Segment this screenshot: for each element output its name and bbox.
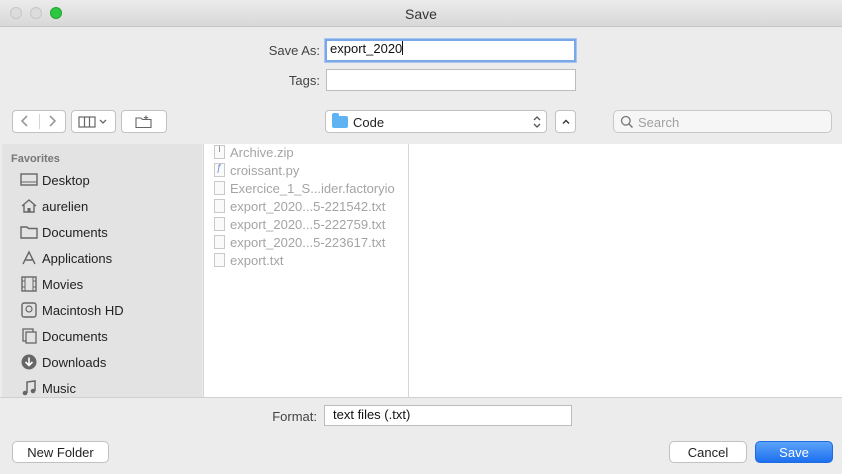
disk-icon — [21, 302, 37, 318]
new-folder-icon — [135, 115, 152, 128]
applications-icon — [22, 250, 36, 265]
columns-view-icon — [77, 115, 106, 128]
desktop-icon — [20, 173, 38, 186]
folder-icon — [332, 113, 348, 128]
collapse-button[interactable] — [555, 110, 576, 133]
new-folder-toolbar-button[interactable] — [121, 110, 167, 133]
sidebar-item-label: Documents — [42, 329, 108, 344]
search-placeholder: Search — [638, 115, 680, 130]
document-icon — [22, 328, 37, 344]
film-icon — [21, 276, 37, 292]
sidebar-item-downloads[interactable]: Downloads — [2, 351, 202, 375]
forward-button[interactable] — [47, 113, 57, 132]
file-row[interactable]: Exercice_1_S...ider.factoryio — [204, 180, 408, 198]
file-row[interactable]: export.txt — [204, 252, 408, 270]
sidebar-item-label: Music — [42, 381, 76, 396]
text-caret — [402, 41, 404, 55]
search-icon — [620, 115, 634, 129]
sidebar-item-macintosh-hd[interactable]: Macintosh HD — [2, 299, 202, 323]
format-select[interactable]: text files (.txt) — [324, 405, 572, 426]
window-title: Save — [405, 6, 437, 22]
folder-icon — [20, 226, 38, 239]
home-icon — [21, 199, 37, 213]
back-forward-control — [12, 110, 66, 133]
file-name: Exercice_1_S...ider.factoryio — [230, 181, 395, 196]
text-file-icon — [214, 199, 225, 213]
up-down-chevron-icon — [533, 116, 541, 128]
text-file-icon — [214, 217, 225, 231]
file-list-column: Archive.zip ƒ croissant.py Exercice_1_S.… — [203, 144, 408, 397]
favorites-heading: Favorites — [11, 153, 60, 165]
sidebar-item-label: Desktop — [42, 173, 90, 188]
search-field[interactable]: Search — [613, 110, 832, 133]
chevron-right-icon — [49, 115, 57, 127]
sidebar-item-applications[interactable]: Applications — [2, 247, 202, 271]
sidebar-item-movies[interactable]: Movies — [2, 273, 202, 297]
chevron-up-icon — [562, 119, 569, 124]
sidebar-item-label: Documents — [42, 225, 108, 240]
file-row[interactable]: export_2020...5-222759.txt — [204, 216, 408, 234]
file-name: export.txt — [230, 253, 284, 268]
music-icon — [22, 380, 36, 396]
file-name: croissant.py — [230, 163, 300, 178]
file-row[interactable]: Archive.zip — [204, 144, 408, 162]
save-button[interactable]: Save — [755, 441, 833, 463]
cancel-button[interactable]: Cancel — [669, 441, 747, 463]
file-name: Archive.zip — [230, 145, 294, 160]
file-row[interactable]: export_2020...5-223617.txt — [204, 234, 408, 252]
format-label: Format: — [272, 409, 317, 424]
sidebar-item-label: Macintosh HD — [42, 303, 124, 318]
file-row[interactable]: ƒ croissant.py — [204, 162, 408, 180]
view-mode-button[interactable] — [71, 110, 116, 133]
title-bar: Save — [0, 0, 842, 27]
sidebar: Favorites Desktop aurelien Documents App… — [2, 144, 202, 397]
save-as-value: export_2020 — [330, 41, 403, 56]
segment-divider — [39, 114, 40, 129]
location-folder-name: Code — [353, 115, 385, 130]
sidebar-item-label: aurelien — [42, 199, 89, 214]
text-file-icon — [214, 253, 225, 267]
python-file-icon: ƒ — [214, 163, 225, 177]
save-as-label: Save As: — [268, 43, 320, 58]
text-file-icon — [214, 235, 225, 249]
location-popup[interactable]: Code — [325, 110, 547, 133]
sidebar-item-documents[interactable]: Documents — [2, 221, 202, 245]
file-row[interactable]: export_2020...5-221542.txt — [204, 198, 408, 216]
sidebar-item-music[interactable]: Music — [2, 377, 202, 397]
sidebar-item-aurelien[interactable]: aurelien — [2, 195, 202, 219]
download-icon — [21, 354, 37, 370]
save-as-field[interactable]: export_2020 — [325, 39, 576, 62]
back-button[interactable] — [20, 113, 30, 132]
sidebar-item-label: Movies — [42, 277, 84, 292]
file-name: export_2020...5-222759.txt — [230, 217, 386, 232]
new-folder-button[interactable]: New Folder — [12, 441, 109, 463]
file-name: export_2020...5-223617.txt — [230, 235, 386, 250]
file-name: export_2020...5-221542.txt — [230, 199, 386, 214]
sidebar-item-label: Downloads — [42, 355, 107, 370]
tags-label: Tags: — [288, 73, 320, 88]
zip-icon — [214, 145, 225, 159]
empty-column — [408, 144, 842, 397]
sidebar-item-label: Applications — [42, 251, 113, 266]
sidebar-item-desktop[interactable]: Desktop — [2, 169, 202, 193]
sidebar-item-documents-2[interactable]: Documents — [2, 325, 202, 349]
file-icon — [214, 181, 225, 195]
chevron-left-icon — [20, 115, 28, 127]
tags-field[interactable] — [326, 69, 576, 91]
